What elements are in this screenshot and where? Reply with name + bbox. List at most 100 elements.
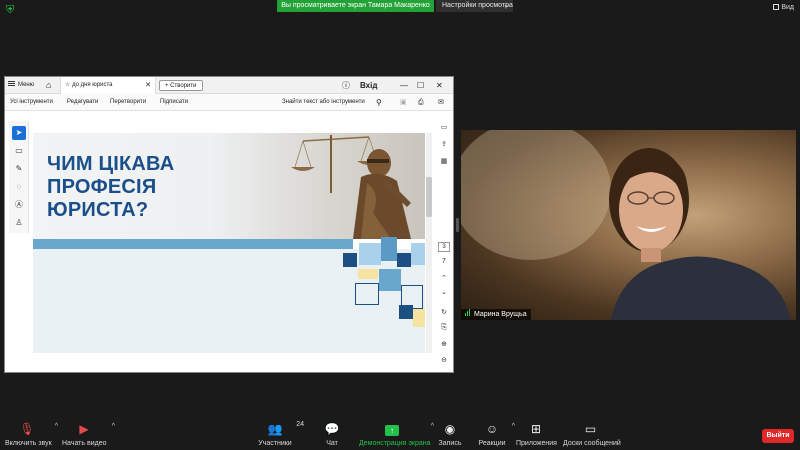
record-button[interactable]: ◉ Запись [438, 421, 462, 447]
headline-line-3: ЮРИСТА? [47, 199, 149, 221]
muted-microphone-icon: 🎙 [19, 422, 35, 436]
export-icon[interactable]: ⇪ [438, 139, 450, 151]
chat-label: Чат [326, 440, 338, 447]
view-button-label: Вид [781, 4, 794, 11]
decor-square [359, 243, 381, 265]
document-tab[interactable]: ☆ до дня юриста ✕ [60, 77, 156, 94]
chevron-up-icon[interactable]: ^ [512, 423, 515, 430]
fit-page-icon[interactable]: ⎘ [438, 322, 450, 334]
shared-screen-window[interactable]: Меню ⌂ ☆ до дня юриста ✕ + Створити ⓘ Вх… [4, 76, 454, 373]
reactions-icon: ☺ [485, 422, 499, 436]
participant-video-feed [461, 130, 791, 320]
record-label: Запись [438, 440, 462, 447]
chevron-down-icon: ⌄ [503, 2, 509, 9]
close-tab-icon[interactable]: ✕ [145, 77, 151, 94]
justice-statue-image [291, 135, 411, 239]
rotate-icon[interactable]: ↻ [438, 307, 450, 319]
reactions-label: Реакции [478, 440, 506, 447]
decor-square [413, 309, 425, 327]
headline-line-1: ЧИМ ЦІКАВА [47, 153, 175, 175]
comment-panel-icon[interactable]: ▭ [438, 122, 450, 134]
share-screen-label: Демонстрация экрана [359, 440, 431, 447]
video-button[interactable]: ▶ ^ Начать видео [62, 421, 115, 447]
home-icon[interactable]: ⌂ [46, 77, 51, 94]
reactions-button[interactable]: ☺ ^ Реакции [478, 421, 515, 447]
whiteboard-icon: ▭ [584, 422, 597, 436]
decor-square [358, 269, 378, 279]
page-number-box[interactable]: 3 [438, 242, 450, 252]
share-screen-icon: ↑ [359, 421, 425, 437]
pdf-toolbar: Усі інструменти Редагувати Перетворити П… [5, 94, 453, 111]
split-view-handle[interactable] [456, 218, 459, 232]
participant-video-tile[interactable]: Марина Врущьа [461, 130, 796, 320]
page-up-icon[interactable]: ⌃ [438, 273, 450, 285]
create-button[interactable]: + Створити [159, 80, 203, 91]
chevron-up-icon[interactable]: ^ [431, 423, 434, 430]
search-icon[interactable]: ⚲ [376, 94, 382, 111]
whiteboards-button[interactable]: ▭ Доски сообщений [563, 421, 621, 447]
organize-pages-icon[interactable]: ▦ [438, 156, 450, 168]
decor-square [343, 253, 357, 267]
lasso-icon[interactable]: ◌ [12, 180, 26, 194]
page-down-icon[interactable]: ⌄ [438, 287, 450, 299]
share-screen-button[interactable]: ↑ ^ Демонстрация экрана [359, 421, 434, 447]
headline-line-2: ПРОФЕСІЯ [47, 176, 157, 198]
meeting-control-bar: 🎙 ^ Включить звук ▶ ^ Начать видео 👥 24 … [0, 417, 800, 450]
convert-button[interactable]: Перетворити [110, 94, 146, 111]
video-button-label: Начать видео [62, 440, 107, 447]
apps-button[interactable]: ⊞ Приложения [516, 421, 557, 447]
stamp-icon[interactable]: ♙ [12, 216, 26, 230]
close-window-icon[interactable]: ✕ [436, 77, 443, 94]
page-total: 7 [442, 258, 446, 265]
decor-square [379, 269, 401, 291]
chat-button[interactable]: 💬 Чат [322, 421, 342, 447]
security-shield-icon[interactable]: ⛨ [6, 5, 16, 16]
help-icon[interactable]: ⓘ [342, 77, 350, 94]
search-tools-field[interactable]: Знайти текст або інструменти [282, 94, 365, 111]
signal-strength-icon [465, 309, 471, 320]
star-icon[interactable]: ☆ [65, 82, 70, 88]
maximize-icon[interactable]: ☐ [417, 77, 424, 94]
chevron-up-icon[interactable]: ^ [112, 423, 115, 430]
text-box-icon[interactable]: Ⓐ [12, 198, 26, 212]
zoom-in-icon[interactable]: ⊕ [438, 339, 450, 351]
decor-square [355, 283, 379, 305]
participants-button[interactable]: 👥 24 Участники [256, 421, 304, 447]
participants-count: 24 [296, 421, 304, 428]
edit-button[interactable]: Редагувати [67, 94, 98, 111]
apps-icon: ⊞ [530, 422, 542, 436]
decor-square [399, 305, 413, 319]
audio-button[interactable]: 🎙 ^ Включить звук [5, 421, 58, 447]
print-icon[interactable]: ⎙ [418, 94, 424, 111]
video-off-icon: ▶ [79, 422, 89, 436]
pdf-title-bar: Меню ⌂ ☆ до дня юриста ✕ + Створити ⓘ Вх… [5, 77, 453, 94]
pdf-page[interactable]: ЧИМ ЦІКАВА ПРОФЕСІЯ ЮРИСТА? [33, 133, 425, 353]
view-button[interactable]: Вид [773, 4, 794, 11]
zoom-out-icon[interactable]: ⊖ [438, 355, 450, 367]
select-cursor-icon[interactable]: ➤ [12, 126, 26, 140]
hamburger-icon [8, 81, 15, 86]
save-icon[interactable]: ▣ [400, 94, 407, 111]
chevron-up-icon[interactable]: ^ [55, 423, 58, 430]
viewing-screen-banner: Вы просматриваете экран Тамара Макаренко [277, 0, 434, 12]
sign-button[interactable]: Підписати [160, 94, 188, 111]
slide-accent-band [33, 239, 353, 249]
whiteboards-label: Доски сообщений [563, 440, 621, 447]
menu-button[interactable]: Меню [8, 77, 34, 94]
all-tools-button[interactable]: Усі інструменти [10, 94, 53, 111]
scrollbar-thumb[interactable] [426, 177, 432, 217]
view-settings-dropdown[interactable]: Настройки просмотра ⌄ [436, 0, 513, 12]
right-side-toolbar: ▭ ⇪ ▦ 3 7 ⌃ ⌄ ↻ ⎘ ⊕ ⊖ [435, 117, 451, 372]
menu-label: Меню [18, 82, 35, 88]
participants-icon: 👥 [267, 422, 283, 436]
comment-icon[interactable]: ▭ [12, 144, 26, 158]
document-tab-title: до дня юриста [72, 82, 113, 88]
pen-icon[interactable]: ✎ [12, 162, 26, 176]
slide-headline: ЧИМ ЦІКАВА ПРОФЕСІЯ ЮРИСТА? [47, 153, 277, 222]
minimize-icon[interactable]: — [400, 77, 408, 94]
login-button[interactable]: Вхід [360, 77, 377, 94]
audio-button-label: Включить звук [5, 440, 52, 447]
mail-icon[interactable]: ✉ [438, 94, 444, 111]
leave-button[interactable]: Выйти [762, 429, 794, 443]
vertical-scrollbar[interactable] [426, 133, 432, 353]
